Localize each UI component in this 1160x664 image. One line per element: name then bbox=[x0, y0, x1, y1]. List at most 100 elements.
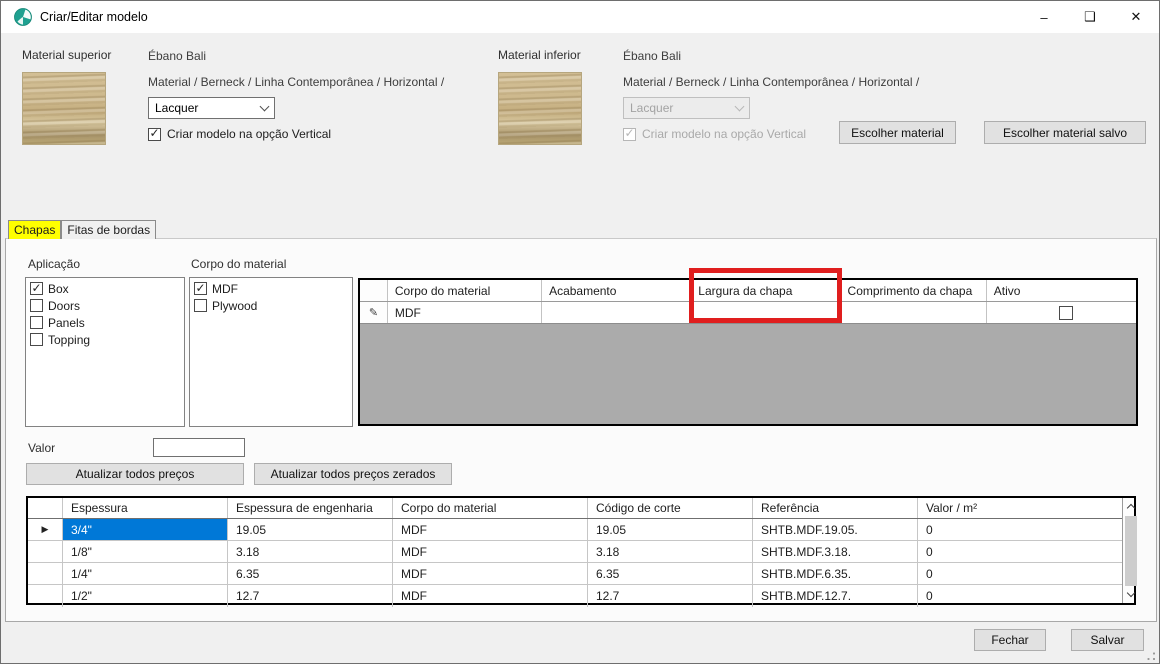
vertical-option-superior-checkbox[interactable] bbox=[148, 128, 161, 141]
material-inferior-name: Ébano Bali bbox=[623, 49, 681, 63]
cell-valor-m2[interactable]: 0 bbox=[918, 563, 1122, 584]
thickness-row-header-corner bbox=[28, 498, 63, 518]
column-header-codigo-de-corte[interactable]: Código de corte bbox=[588, 498, 753, 518]
cell-referencia[interactable]: SHTB.MDF.3.18. bbox=[753, 541, 918, 562]
column-header-corpo-do-material[interactable]: Corpo do material bbox=[388, 280, 542, 301]
cell-codigo-de-corte[interactable]: 19.05 bbox=[588, 519, 753, 540]
column-header-espessura-engenharia[interactable]: Espessura de engenharia bbox=[228, 498, 393, 518]
cell-acabamento[interactable] bbox=[542, 302, 691, 323]
finish-select-inferior-value: Lacquer bbox=[630, 101, 736, 115]
table-row[interactable]: 1/4" 6.35 MDF 6.35 SHTB.MDF.6.35. 0 bbox=[28, 563, 1122, 585]
close-button[interactable]: Fechar bbox=[974, 629, 1046, 651]
cell-codigo-de-corte[interactable]: 6.35 bbox=[588, 563, 753, 584]
cell-espessura[interactable]: 3/4" bbox=[63, 519, 228, 540]
aplicacao-item-box[interactable]: Box bbox=[26, 280, 184, 297]
cell-espessura-engenharia[interactable]: 12.7 bbox=[228, 585, 393, 607]
cell-espessura-engenharia[interactable]: 19.05 bbox=[228, 519, 393, 540]
chevron-down-icon bbox=[260, 102, 270, 112]
tab-chapas[interactable]: Chapas bbox=[8, 220, 61, 239]
sheets-table-row[interactable]: ✎ MDF bbox=[360, 302, 1136, 324]
row-selector[interactable]: ▶ bbox=[28, 519, 63, 540]
column-header-corpo-do-material-2[interactable]: Corpo do material bbox=[393, 498, 588, 518]
close-icon[interactable]: ✕ bbox=[1113, 1, 1159, 33]
choose-saved-material-button[interactable]: Escolher material salvo bbox=[984, 121, 1146, 144]
ativo-checkbox[interactable] bbox=[1059, 306, 1073, 320]
cell-comprimento-da-chapa[interactable] bbox=[841, 302, 987, 323]
column-header-largura-da-chapa[interactable]: Largura da chapa bbox=[691, 280, 840, 301]
maximize-icon[interactable]: ❑ bbox=[1067, 1, 1113, 33]
cell-espessura-engenharia[interactable]: 3.18 bbox=[228, 541, 393, 562]
corpo-mdf-label: MDF bbox=[212, 282, 238, 296]
vertical-option-superior[interactable]: Criar modelo na opção Vertical bbox=[148, 127, 331, 141]
column-header-valor-m2[interactable]: Valor / m² bbox=[918, 498, 1122, 518]
cell-codigo-de-corte[interactable]: 12.7 bbox=[588, 585, 753, 607]
scroll-up-icon[interactable] bbox=[1123, 499, 1138, 514]
cell-espessura[interactable]: 1/4" bbox=[63, 563, 228, 584]
corpo-item-plywood[interactable]: Plywood bbox=[190, 297, 352, 314]
corpo-material-listbox: MDF Plywood bbox=[189, 277, 353, 427]
cell-valor-m2[interactable]: 0 bbox=[918, 519, 1122, 540]
cell-corpo-do-material[interactable]: MDF bbox=[393, 519, 588, 540]
material-inferior-breadcrumb: Material / Berneck / Linha Contemporânea… bbox=[623, 75, 919, 89]
cell-valor-m2[interactable]: 0 bbox=[918, 541, 1122, 562]
corpo-item-mdf[interactable]: MDF bbox=[190, 280, 352, 297]
table-row[interactable]: 1/8" 3.18 MDF 3.18 SHTB.MDF.3.18. 0 bbox=[28, 541, 1122, 563]
cell-ativo[interactable] bbox=[987, 302, 1136, 323]
cell-valor-m2[interactable]: 0 bbox=[918, 585, 1122, 607]
table-row[interactable]: 1/2" 12.7 MDF 12.7 SHTB.MDF.12.7. 0 bbox=[28, 585, 1122, 607]
scroll-down-icon[interactable] bbox=[1123, 587, 1138, 602]
finish-select-superior[interactable]: Lacquer bbox=[148, 97, 275, 119]
material-inferior-thumbnail bbox=[498, 72, 582, 145]
aplicacao-item-topping[interactable]: Topping bbox=[26, 331, 184, 348]
valor-input[interactable] bbox=[153, 438, 245, 457]
corpo-mdf-checkbox[interactable] bbox=[194, 282, 207, 295]
cell-espessura-engenharia[interactable]: 6.35 bbox=[228, 563, 393, 584]
column-header-referencia[interactable]: Referência bbox=[753, 498, 918, 518]
vertical-scrollbar[interactable] bbox=[1122, 498, 1134, 603]
choose-material-button[interactable]: Escolher material bbox=[839, 121, 956, 144]
cell-espessura[interactable]: 1/2" bbox=[63, 585, 228, 607]
resize-grip[interactable] bbox=[1147, 652, 1155, 660]
cell-corpo-do-material[interactable]: MDF bbox=[393, 585, 588, 607]
cell-corpo-do-material[interactable]: MDF bbox=[393, 541, 588, 562]
cell-referencia[interactable]: SHTB.MDF.19.05. bbox=[753, 519, 918, 540]
update-all-prices-button[interactable]: Atualizar todos preços bbox=[26, 463, 244, 485]
aplicacao-doors-checkbox[interactable] bbox=[30, 299, 43, 312]
aplicacao-doors-label: Doors bbox=[48, 299, 80, 313]
vertical-option-inferior-checkbox bbox=[623, 128, 636, 141]
aplicacao-box-checkbox[interactable] bbox=[30, 282, 43, 295]
valor-label: Valor bbox=[28, 441, 55, 455]
cell-corpo-do-material[interactable]: MDF bbox=[393, 563, 588, 584]
cell-corpo-do-material[interactable]: MDF bbox=[388, 302, 542, 323]
corpo-plywood-checkbox[interactable] bbox=[194, 299, 207, 312]
save-button[interactable]: Salvar bbox=[1071, 629, 1144, 651]
aplicacao-label: Aplicação bbox=[28, 257, 80, 271]
scrollbar-thumb[interactable] bbox=[1125, 516, 1137, 586]
row-edit-indicator: ✎ bbox=[360, 302, 388, 323]
corpo-plywood-label: Plywood bbox=[212, 299, 257, 313]
row-selector[interactable] bbox=[28, 563, 63, 584]
cell-codigo-de-corte[interactable]: 3.18 bbox=[588, 541, 753, 562]
aplicacao-panels-checkbox[interactable] bbox=[30, 316, 43, 329]
column-header-ativo[interactable]: Ativo bbox=[987, 280, 1136, 301]
material-superior-name: Ébano Bali bbox=[148, 49, 206, 63]
aplicacao-item-doors[interactable]: Doors bbox=[26, 297, 184, 314]
column-header-comprimento-da-chapa[interactable]: Comprimento da chapa bbox=[841, 280, 987, 301]
aplicacao-topping-checkbox[interactable] bbox=[30, 333, 43, 346]
row-selector[interactable] bbox=[28, 541, 63, 562]
update-zero-prices-button[interactable]: Atualizar todos preços zerados bbox=[254, 463, 452, 485]
table-row-selected[interactable]: ▶ 3/4" 19.05 MDF 19.05 SHTB.MDF.19.05. 0 bbox=[28, 519, 1122, 541]
column-header-acabamento[interactable]: Acabamento bbox=[542, 280, 691, 301]
cell-espessura[interactable]: 1/8" bbox=[63, 541, 228, 562]
aplicacao-item-panels[interactable]: Panels bbox=[26, 314, 184, 331]
vertical-option-superior-label: Criar modelo na opção Vertical bbox=[167, 127, 331, 141]
cell-referencia[interactable]: SHTB.MDF.6.35. bbox=[753, 563, 918, 584]
cell-referencia[interactable]: SHTB.MDF.12.7. bbox=[753, 585, 918, 607]
column-header-espessura[interactable]: Espessura bbox=[63, 498, 228, 518]
row-selector[interactable] bbox=[28, 585, 63, 607]
title-bar: Criar/Editar modelo – ❑ ✕ bbox=[1, 1, 1159, 33]
minimize-icon[interactable]: – bbox=[1021, 1, 1067, 33]
cell-largura-da-chapa[interactable] bbox=[691, 302, 840, 323]
sheets-table-header: Corpo do material Acabamento Largura da … bbox=[360, 280, 1136, 302]
tab-fitas-de-bordas[interactable]: Fitas de bordas bbox=[61, 220, 156, 239]
